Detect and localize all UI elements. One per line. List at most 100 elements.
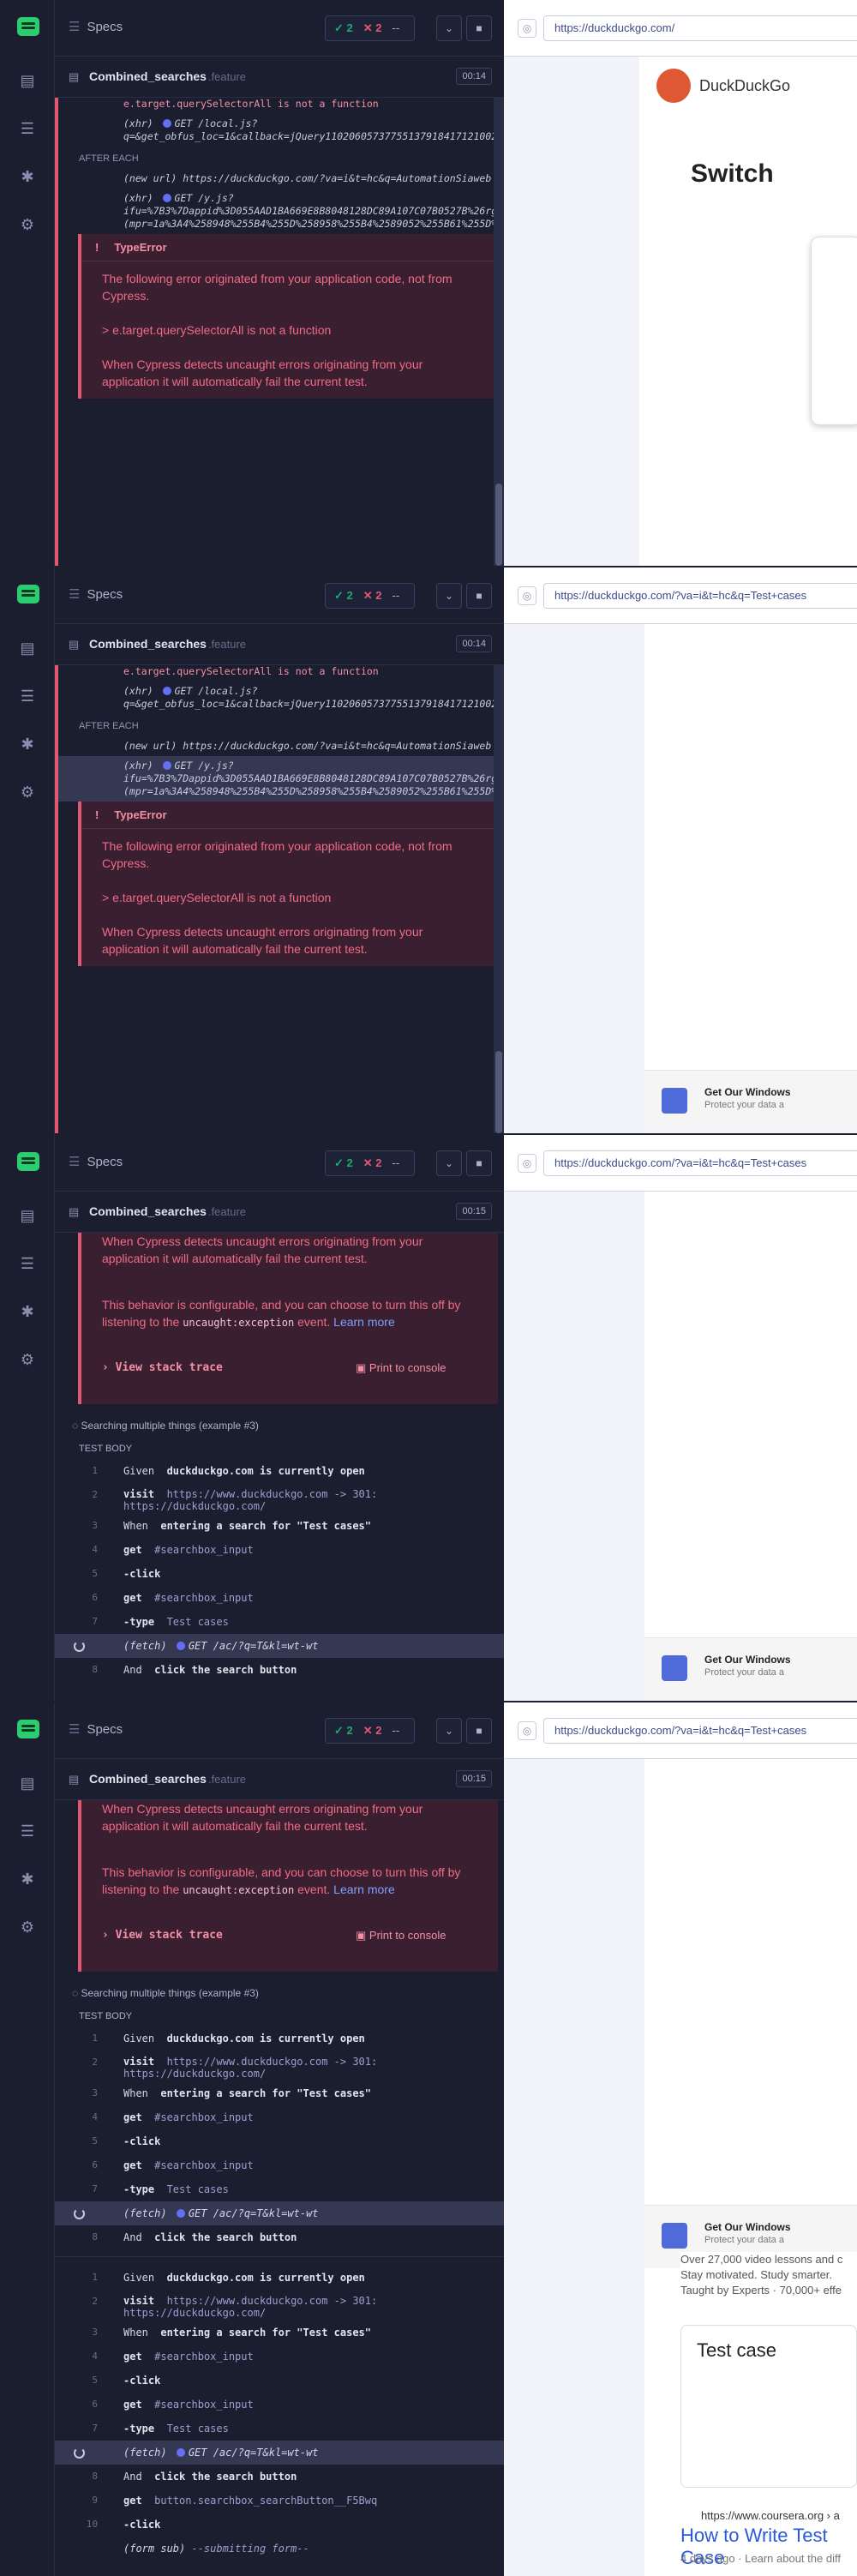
step-row[interactable]: 2 visit https://www.duckduckgo.com -> 301…	[55, 2051, 504, 2081]
learn-more-link[interactable]: Learn more	[333, 1882, 395, 1896]
after-each-heading[interactable]: AFTER EACH	[55, 714, 504, 736]
view-stack-trace-button[interactable]: › View stack trace	[102, 1361, 223, 1374]
runs-icon[interactable]: ☰	[17, 1253, 38, 1274]
reporter-panel: ☰ Specs ✓ 2 ✕ 2 -- ⌄ ■ ▤ Combined_searches.…	[55, 1702, 504, 2576]
stats-bar: ✓ 2 ✕ 2 --	[325, 1718, 415, 1744]
frame-2: ▤ ☰ ✱ ⚙ ☰ Specs ✓ 2 ✕ 2 -- ⌄ ■ ▤ Combined_s…	[0, 567, 857, 1133]
ad-card[interactable]: Test case	[680, 2325, 857, 2488]
chevron-down-icon[interactable]: ⌄	[436, 1150, 462, 1176]
step-row[interactable]: 1 Given duckduckgo.com is currently open	[55, 2266, 504, 2290]
url-bar[interactable]: https://duckduckgo.com/?va=i&t=hc&q=Test…	[543, 1718, 857, 1744]
step-row[interactable]: 4 get #searchbox_input	[55, 2345, 504, 2369]
step-row[interactable]: 9 get button.searchbox_searchButton__F5Bw…	[55, 2489, 504, 2513]
specs-link[interactable]: ☰ Specs	[69, 586, 123, 602]
settings-icon[interactable]: ⚙	[17, 782, 38, 802]
step-row[interactable]: 3 When entering a search for "Test cases"	[55, 2081, 504, 2105]
step-row[interactable]: 6 get #searchbox_input	[55, 2153, 504, 2177]
step-row[interactable]: 7 -type Test cases	[55, 2177, 504, 2201]
cypress-logo-icon[interactable]	[17, 1152, 39, 1171]
reporter-panel: ☰ Specs ✓ 2 ✕ 2 -- ⌄ ■ ▤ Combined_searches.…	[55, 1135, 504, 1701]
learn-more-link[interactable]: Learn more	[333, 1315, 395, 1329]
step-row[interactable]: 2 visit https://www.duckduckgo.com -> 301…	[55, 1483, 504, 1514]
specs-icon[interactable]: ▤	[17, 638, 38, 658]
fetch-row[interactable]: (fetch) GET /ac/?q=T&kl=wt-wt	[55, 2441, 504, 2465]
url-bar[interactable]: https://duckduckgo.com/?va=i&t=hc&q=Test…	[543, 583, 857, 609]
form-sub-row[interactable]: (form sub) --submitting form--	[55, 2537, 504, 2561]
step-row[interactable]: 4 get #searchbox_input	[55, 2105, 504, 2129]
test-body-heading[interactable]: TEST BODY	[55, 2004, 504, 2027]
step-row[interactable]: 5 -click	[55, 2369, 504, 2393]
cypress-logo-icon[interactable]	[17, 585, 39, 603]
view-stack-trace-button[interactable]: › View stack trace	[102, 1929, 223, 1942]
step-row[interactable]: 8 And click the search button	[55, 1658, 504, 1682]
url-bar[interactable]: https://duckduckgo.com/	[543, 15, 857, 41]
step-row[interactable]: 7 -type Test cases	[55, 2417, 504, 2441]
file-icon: ▤	[69, 638, 80, 651]
promo-banner[interactable]: Get Our Windows Protect your data a	[644, 1637, 857, 1701]
chevron-down-icon[interactable]: ⌄	[436, 583, 462, 609]
step-row[interactable]: 8 And click the search button	[55, 2225, 504, 2249]
windows-app-icon	[662, 1655, 687, 1681]
cypress-logo-icon[interactable]	[17, 17, 39, 36]
stop-button[interactable]: ■	[466, 1718, 492, 1744]
step-row[interactable]: 1 Given duckduckgo.com is currently open	[55, 2027, 504, 2051]
runs-icon[interactable]: ☰	[17, 686, 38, 706]
debug-icon[interactable]: ✱	[17, 1869, 38, 1889]
scrollbar[interactable]	[494, 665, 504, 1133]
cypress-logo-icon[interactable]	[17, 1720, 39, 1738]
step-row[interactable]: 3 When entering a search for "Test cases"	[55, 1514, 504, 1538]
specs-icon[interactable]: ▤	[17, 70, 38, 91]
promo-banner[interactable]: Get Our Windows Protect your data a	[644, 1070, 857, 1133]
chevron-down-icon[interactable]: ⌄	[436, 1718, 462, 1744]
file-icon: ▤	[69, 1205, 80, 1218]
step-row[interactable]: 2 visit https://www.duckduckgo.com -> 301…	[55, 2290, 504, 2321]
file-icon: ▤	[69, 1773, 80, 1786]
step-row[interactable]: 3 When entering a search for "Test cases"	[55, 2321, 504, 2345]
step-row[interactable]: 1 Given duckduckgo.com is currently open	[55, 1459, 504, 1483]
stop-button[interactable]: ■	[466, 583, 492, 609]
settings-icon[interactable]: ⚙	[17, 1917, 38, 1937]
debug-icon[interactable]: ✱	[17, 734, 38, 754]
scrollbar[interactable]	[494, 98, 504, 566]
settings-icon[interactable]: ⚙	[17, 214, 38, 235]
step-row[interactable]: 7 -type Test cases	[55, 1610, 504, 1634]
after-each-heading[interactable]: AFTER EACH	[55, 147, 504, 169]
stop-button[interactable]: ■	[466, 15, 492, 41]
xhr-row[interactable]: (xhr) GET /y.js?ifu=%7B3%7Dappid%3D055AA…	[55, 756, 504, 802]
step-row[interactable]: 10 -click	[55, 2513, 504, 2537]
xhr-row[interactable]: (xhr) GET /local.js?q=&get_obfus_loc=1&c…	[55, 114, 504, 147]
debug-icon[interactable]: ✱	[17, 1301, 38, 1322]
test-title[interactable]: ◌ Searching multiple things (example #3)	[55, 1404, 504, 1437]
url-bar[interactable]: https://duckduckgo.com/?va=i&t=hc&q=Test…	[543, 1150, 857, 1176]
reporter-panel: ☰ Specs ✓ 2 ✕ 2 -- ⌄ ■ ▤ Combined_searches.…	[55, 0, 504, 566]
specs-link[interactable]: ☰ Specs	[69, 1721, 123, 1737]
step-row[interactable]: 8 And click the search button	[55, 2465, 504, 2489]
stats-bar: ✓ 2 ✕ 2 --	[325, 15, 415, 41]
step-row[interactable]: 5 -click	[55, 1562, 504, 1586]
debug-icon[interactable]: ✱	[17, 166, 38, 187]
specs-link[interactable]: ☰ Specs	[69, 1154, 123, 1169]
step-row[interactable]: 6 get #searchbox_input	[55, 2393, 504, 2417]
xhr-row[interactable]: (xhr) GET /local.js?q=&get_obfus_loc=1&c…	[55, 682, 504, 714]
frame-3: ▤ ☰ ✱ ⚙ ☰ Specs ✓ 2 ✕ 2 -- ⌄ ■ ▤ Combined_s…	[0, 1135, 857, 1701]
fetch-row[interactable]: (fetch) GET /ac/?q=T&kl=wt-wt	[55, 2201, 504, 2225]
specs-icon[interactable]: ▤	[17, 1773, 38, 1793]
specs-link[interactable]: ☰ Specs	[69, 19, 123, 34]
test-title[interactable]: ◌ Searching multiple things (example #3)	[55, 1972, 504, 2004]
step-row[interactable]: 6 get #searchbox_input	[55, 1586, 504, 1610]
step-row[interactable]: 5 -click	[55, 2129, 504, 2153]
specs-icon[interactable]: ▤	[17, 1205, 38, 1226]
fetch-row[interactable]: (fetch) GET /ac/?q=T&kl=wt-wt	[55, 1634, 504, 1658]
xhr-row[interactable]: (xhr) GET /y.js?ifu=%7B3%7Dappid%3D055AA…	[55, 189, 504, 234]
test-body-heading[interactable]: TEST BODY	[55, 1437, 504, 1459]
print-to-console-button[interactable]: ▣ Print to console	[356, 1929, 446, 1943]
step-row[interactable]: 4 get #searchbox_input	[55, 1538, 504, 1562]
print-to-console-button[interactable]: ▣ Print to console	[356, 1361, 446, 1375]
runs-icon[interactable]: ☰	[17, 1821, 38, 1841]
chevron-down-icon[interactable]: ⌄	[436, 15, 462, 41]
app-under-test: Get Our Windows Protect your data a	[504, 624, 857, 1133]
settings-icon[interactable]: ⚙	[17, 1349, 38, 1370]
stop-button[interactable]: ■	[466, 1150, 492, 1176]
runs-icon[interactable]: ☰	[17, 118, 38, 139]
side-nav: ▤ ☰ ✱ ⚙	[0, 1135, 55, 1701]
